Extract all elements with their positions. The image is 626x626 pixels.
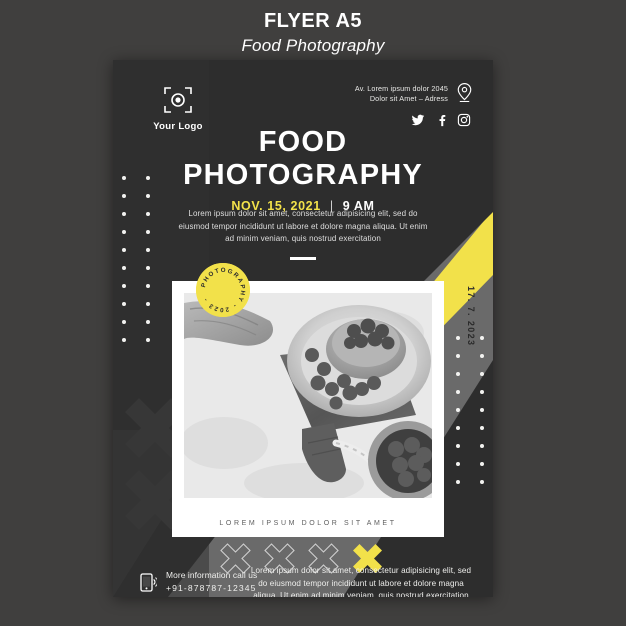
dot [122,302,126,306]
poster-title-line-2: PHOTOGRAPHY [183,159,423,191]
dot [122,230,126,234]
food-photo [184,293,432,498]
flyer-poster: Your Logo Av. Lorem ipsum dolor 2045 Dol… [113,60,493,597]
dot [480,462,484,466]
dot [146,338,150,342]
page-header: FLYER A5 Food Photography [0,0,626,60]
dot [456,390,460,394]
contact-label: More information call us [166,570,258,580]
contact-phone[interactable]: +91-878787-12345 [166,582,257,595]
photography-badge: PHOTOGRAPHY - 2023 - [196,263,250,317]
dot [480,426,484,430]
dot [146,284,150,288]
address-line-2: Dolor sit Amet – Adress [369,94,448,103]
facebook-icon[interactable] [434,113,448,127]
dot [146,302,150,306]
dot [456,336,460,340]
dot [480,372,484,376]
divider-rule [290,257,316,260]
dot [122,338,126,342]
dot-grid-right [456,336,484,484]
dot [122,248,126,252]
twitter-icon[interactable] [411,113,425,127]
dot [456,372,460,376]
dot [480,354,484,358]
dot [146,248,150,252]
address-lines: Av. Lorem ipsum dolor 2045 Dolor sit Ame… [355,82,448,104]
title-block: FOOD PHOTOGRAPHY NOV. 15, 2021 | 9 AM [113,126,493,213]
photo-caption: LOREM IPSUM DOLOR SIT AMET [219,520,397,527]
address-block: Av. Lorem ipsum dolor 2045 Dolor sit Ame… [355,82,473,104]
location-pin-icon [457,83,472,102]
page-title: FLYER A5 [263,10,363,32]
dot [480,336,484,340]
contact-lines: More information call us +91-878787-1234… [166,569,257,594]
dot [122,320,126,324]
photo-frame: LOREM IPSUM DOLOR SIT AMET [172,281,444,537]
dot [480,444,484,448]
dot [480,408,484,412]
camera-viewfinder-icon [164,87,192,113]
phone-icon [140,572,157,592]
dot [146,266,150,270]
dot [122,266,126,270]
food-photo-image [184,293,432,498]
photo-side-date: 17. 7. 2023 [466,286,476,347]
dot [456,444,460,448]
contact-block[interactable]: More information call us +91-878787-1234… [139,569,257,594]
lead-paragraph: Lorem ipsum dolor sit amet, consectetur … [178,209,428,243]
dot [146,320,150,324]
dot [480,480,484,484]
dot [456,480,460,484]
social-links[interactable] [411,113,471,127]
address-line-1: Av. Lorem ipsum dolor 2045 [354,84,448,93]
dot [456,354,460,358]
instagram-icon[interactable] [457,113,471,127]
poster-title-line-1: FOOD [258,126,348,158]
footer-paragraph: Lorem ipsum dolor sit amet, consectetur … [250,566,472,597]
dot [146,230,150,234]
dot [480,390,484,394]
dot [456,426,460,430]
dot [122,284,126,288]
page-subtitle: Food Photography [241,36,385,55]
logo-block[interactable]: Your Logo [143,85,213,132]
badge-circular-text: PHOTOGRAPHY - 2023 - [196,263,250,317]
dot [456,408,460,412]
dot [456,462,460,466]
